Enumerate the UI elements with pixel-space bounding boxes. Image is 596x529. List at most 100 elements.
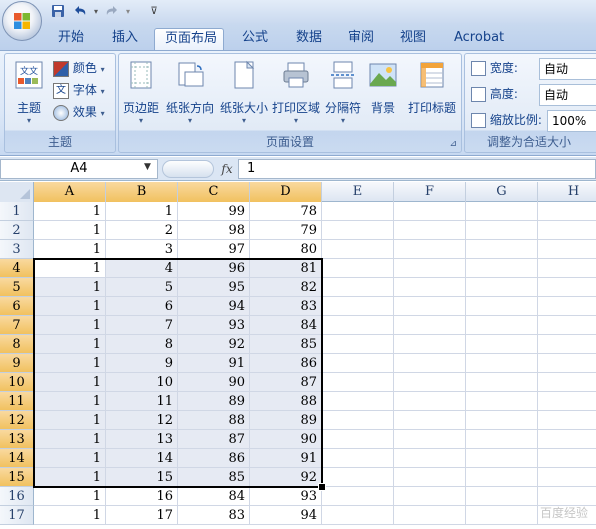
cell-b16[interactable]: 16 <box>106 487 178 506</box>
redo-icon[interactable] <box>104 4 120 19</box>
cell-f5[interactable] <box>394 278 466 297</box>
cell-c13[interactable]: 87 <box>178 430 250 449</box>
cell-e17[interactable] <box>322 506 394 525</box>
cell-a17[interactable]: 1 <box>34 506 106 525</box>
cell-d4[interactable]: 81 <box>250 259 322 278</box>
office-button[interactable] <box>2 1 42 41</box>
undo-icon[interactable] <box>72 4 88 19</box>
cell-d6[interactable]: 83 <box>250 297 322 316</box>
cell-h4[interactable] <box>538 259 596 278</box>
breaks-button[interactable]: 分隔符 ▾ <box>323 60 363 126</box>
cell-a2[interactable]: 1 <box>34 221 106 240</box>
tab-formulas[interactable]: 公式 <box>232 28 278 50</box>
row-header[interactable]: 13 <box>0 430 34 449</box>
cell-d9[interactable]: 86 <box>250 354 322 373</box>
column-header-d[interactable]: D <box>250 182 322 202</box>
cell-b9[interactable]: 9 <box>106 354 178 373</box>
row-header[interactable]: 1 <box>0 202 34 221</box>
cell-c1[interactable]: 99 <box>178 202 250 221</box>
scale-input[interactable]: 100% <box>547 110 596 132</box>
cell-a13[interactable]: 1 <box>34 430 106 449</box>
cell-b6[interactable]: 6 <box>106 297 178 316</box>
cell-e14[interactable] <box>322 449 394 468</box>
cell-a11[interactable]: 1 <box>34 392 106 411</box>
cell-f1[interactable] <box>394 202 466 221</box>
cell-b15[interactable]: 15 <box>106 468 178 487</box>
cell-h12[interactable] <box>538 411 596 430</box>
cell-g10[interactable] <box>466 373 538 392</box>
cell-f3[interactable] <box>394 240 466 259</box>
cell-e7[interactable] <box>322 316 394 335</box>
themes-button[interactable]: 文文 主题 ▾ <box>9 60 49 126</box>
save-icon[interactable] <box>50 4 66 19</box>
undo-dropdown-icon[interactable]: ▾ <box>88 4 104 19</box>
cell-d17[interactable]: 94 <box>250 506 322 525</box>
cell-e11[interactable] <box>322 392 394 411</box>
cell-b12[interactable]: 12 <box>106 411 178 430</box>
cell-a8[interactable]: 1 <box>34 335 106 354</box>
row-header[interactable]: 12 <box>0 411 34 430</box>
cell-d1[interactable]: 78 <box>250 202 322 221</box>
cell-c11[interactable]: 89 <box>178 392 250 411</box>
cell-g13[interactable] <box>466 430 538 449</box>
cell-g14[interactable] <box>466 449 538 468</box>
row-header[interactable]: 17 <box>0 506 34 525</box>
size-button[interactable]: 纸张大小 ▾ <box>219 60 269 126</box>
cell-c17[interactable]: 83 <box>178 506 250 525</box>
cell-f17[interactable] <box>394 506 466 525</box>
cell-b7[interactable]: 7 <box>106 316 178 335</box>
cell-c4[interactable]: 96 <box>178 259 250 278</box>
cell-d15[interactable]: 92 <box>250 468 322 487</box>
tab-page-layout[interactable]: 页面布局 <box>154 28 224 50</box>
cell-g17[interactable] <box>466 506 538 525</box>
cell-f9[interactable] <box>394 354 466 373</box>
cell-h11[interactable] <box>538 392 596 411</box>
cell-d8[interactable]: 85 <box>250 335 322 354</box>
cell-a12[interactable]: 1 <box>34 411 106 430</box>
orientation-button[interactable]: 纸张方向 ▾ <box>165 60 215 126</box>
customize-qat-icon[interactable]: ⊽ <box>146 4 162 19</box>
cell-c15[interactable]: 85 <box>178 468 250 487</box>
formula-bar-splitter[interactable] <box>162 160 214 178</box>
cell-g5[interactable] <box>466 278 538 297</box>
cell-g15[interactable] <box>466 468 538 487</box>
column-header-a[interactable]: A <box>34 182 106 202</box>
print-area-button[interactable]: 打印区域 ▾ <box>271 60 321 126</box>
cell-a3[interactable]: 1 <box>34 240 106 259</box>
formula-input[interactable]: 1 <box>238 159 596 179</box>
background-button[interactable]: 背景 <box>365 60 401 126</box>
cell-c9[interactable]: 91 <box>178 354 250 373</box>
row-header[interactable]: 16 <box>0 487 34 506</box>
cell-f16[interactable] <box>394 487 466 506</box>
cell-h3[interactable] <box>538 240 596 259</box>
cell-f7[interactable] <box>394 316 466 335</box>
cell-c2[interactable]: 98 <box>178 221 250 240</box>
cell-b13[interactable]: 13 <box>106 430 178 449</box>
select-all-button[interactable] <box>0 182 34 202</box>
cell-e4[interactable] <box>322 259 394 278</box>
cell-e3[interactable] <box>322 240 394 259</box>
tab-review[interactable]: 审阅 <box>338 28 384 50</box>
cell-e16[interactable] <box>322 487 394 506</box>
row-header[interactable]: 5 <box>0 278 34 297</box>
tab-home[interactable]: 开始 <box>48 28 94 50</box>
cell-d7[interactable]: 84 <box>250 316 322 335</box>
row-header[interactable]: 15 <box>0 468 34 487</box>
cell-g2[interactable] <box>466 221 538 240</box>
cell-e13[interactable] <box>322 430 394 449</box>
cell-c6[interactable]: 94 <box>178 297 250 316</box>
cell-c10[interactable]: 90 <box>178 373 250 392</box>
cell-f11[interactable] <box>394 392 466 411</box>
cell-f14[interactable] <box>394 449 466 468</box>
cell-d5[interactable]: 82 <box>250 278 322 297</box>
cell-b14[interactable]: 14 <box>106 449 178 468</box>
row-header[interactable]: 10 <box>0 373 34 392</box>
cell-g3[interactable] <box>466 240 538 259</box>
cell-f6[interactable] <box>394 297 466 316</box>
cell-a10[interactable]: 1 <box>34 373 106 392</box>
cell-f2[interactable] <box>394 221 466 240</box>
cell-a15[interactable]: 1 <box>34 468 106 487</box>
cell-h15[interactable] <box>538 468 596 487</box>
cell-e1[interactable] <box>322 202 394 221</box>
cell-d2[interactable]: 79 <box>250 221 322 240</box>
